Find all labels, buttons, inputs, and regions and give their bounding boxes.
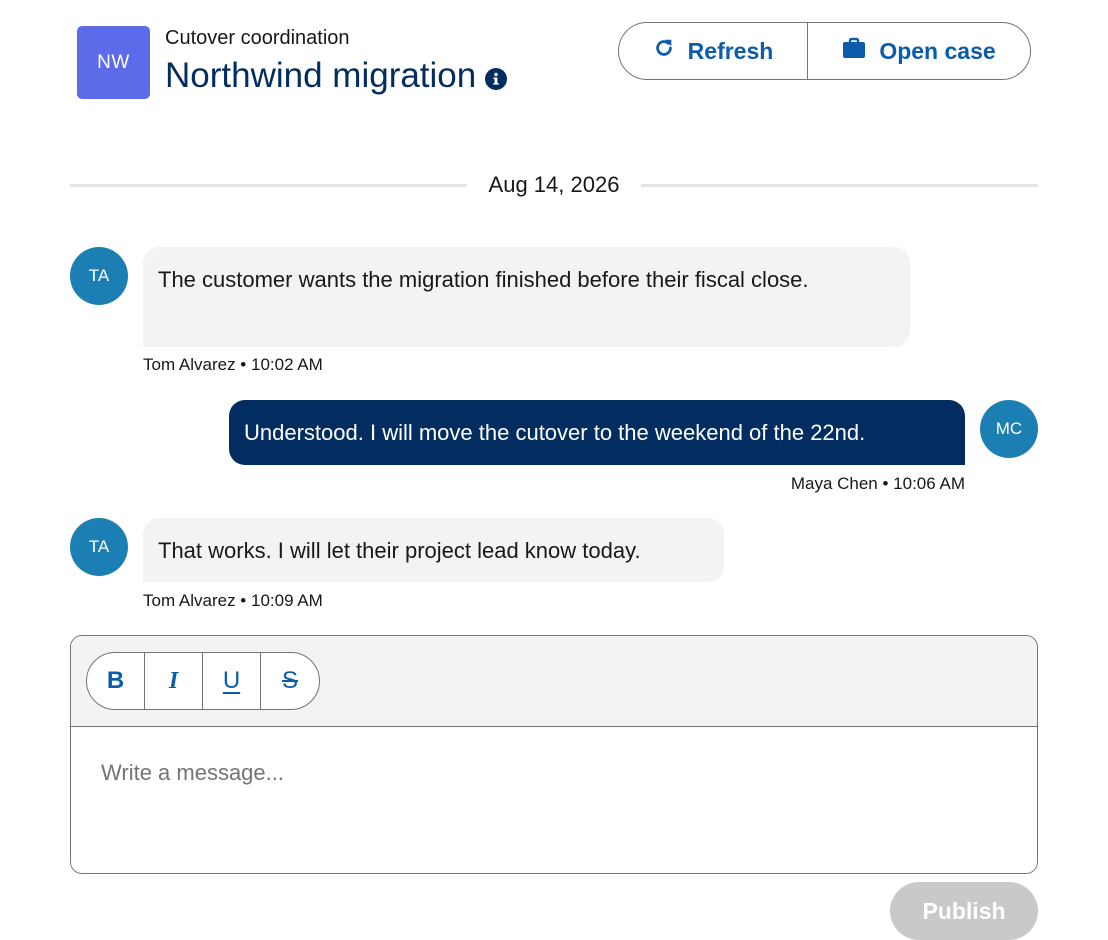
formatting-toolbar: B I U S xyxy=(71,636,1037,727)
message-bubble: That works. I will let their project lea… xyxy=(143,518,724,582)
message-meta: Maya Chen • 10:06 AM xyxy=(790,474,965,493)
strikethrough-button[interactable]: S xyxy=(261,653,319,709)
briefcase-icon xyxy=(842,37,866,65)
avatar[interactable]: MC xyxy=(980,400,1038,458)
page-subtitle: Cutover coordination xyxy=(165,27,350,49)
message-composer: B I U S xyxy=(70,635,1038,874)
format-button-group: B I U S xyxy=(86,652,320,710)
refresh-button[interactable]: Refresh xyxy=(619,23,808,79)
open-case-label: Open case xyxy=(879,37,996,64)
message-meta: Tom Alvarez • 10:09 AM xyxy=(143,591,323,610)
page-title: Northwind migration xyxy=(165,56,477,95)
chat-header: NW Cutover coordination Northwind migrat… xyxy=(77,22,1031,102)
message-bubble: The customer wants the migration finishe… xyxy=(143,247,910,347)
divider-line-right xyxy=(641,183,1038,187)
date-label: Aug 14, 2026 xyxy=(488,172,620,197)
open-case-button[interactable]: Open case xyxy=(808,23,1030,79)
header-button-group: Refresh Open case xyxy=(618,22,1031,80)
team-avatar: NW xyxy=(77,26,150,99)
info-icon[interactable] xyxy=(485,68,508,90)
title-row: Northwind migration xyxy=(165,56,508,96)
divider-line-left xyxy=(70,183,467,187)
publish-button[interactable]: Publish xyxy=(890,882,1038,940)
refresh-icon xyxy=(653,37,675,65)
italic-button[interactable]: I xyxy=(145,653,203,709)
refresh-label: Refresh xyxy=(687,37,774,64)
message-input[interactable] xyxy=(71,727,1037,873)
avatar[interactable]: TA xyxy=(70,518,128,576)
message-bubble: Understood. I will move the cutover to t… xyxy=(229,400,965,465)
avatar[interactable]: TA xyxy=(70,247,128,305)
bold-button[interactable]: B xyxy=(87,653,145,709)
date-divider: Aug 14, 2026 xyxy=(70,170,1038,200)
message-meta: Tom Alvarez • 10:02 AM xyxy=(143,355,323,374)
underline-button[interactable]: U xyxy=(203,653,261,709)
